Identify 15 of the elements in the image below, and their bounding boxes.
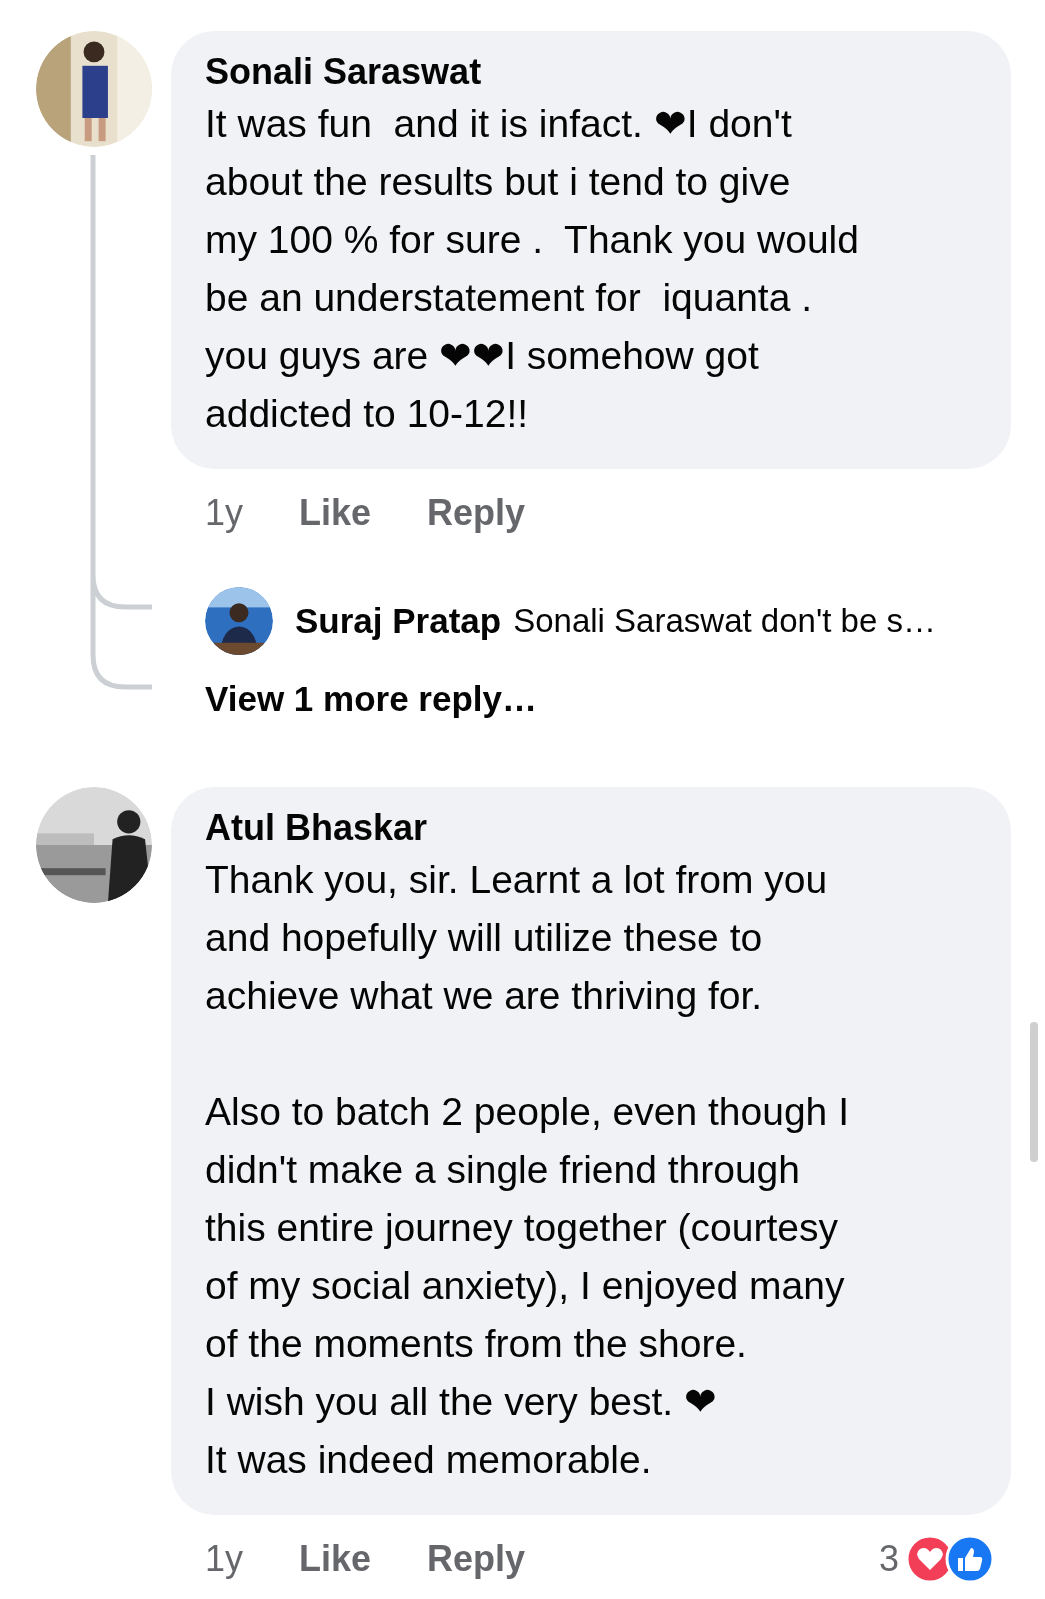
author-name[interactable]: Sonali Saraswat <box>205 49 977 95</box>
reply-text: Sonali Saraswat don't be s… <box>513 602 936 640</box>
action-link[interactable]: Like <box>299 1538 372 1580</box>
reaction-count: 3 <box>878 1538 899 1580</box>
author-name[interactable]: Atul Bhaskar <box>205 805 977 851</box>
comment-text: Thank you, sir. Learnt a lot from you and hopefully will utilize these to achieve what we are thriving for. Also to batch 2 people, even though I didn't make a single friend through this entire journey together (courtesy of my social anxiety), I enjoyed many of the moments from the shore. I wish you all the very best. ❤ It was indeed memorable. <box>205 857 850 1483</box>
action-link[interactable]: Reply <box>427 1538 526 1580</box>
view-more-replies-link[interactable]: View 1 more reply… <box>171 655 1011 719</box>
action-link[interactable]: Like <box>299 492 372 534</box>
comment-text: It was fun and it is infact. ❤I don't about the results but i tend to give my 100 % for sure . Thank you would be an understatement for iquanta . you guys are ❤❤I somehow got addicted to 10-12!! <box>205 101 860 437</box>
action-link[interactable]: Reply <box>427 492 526 534</box>
scrollbar[interactable] <box>1030 1022 1038 1162</box>
reply-author[interactable]: Suraj Pratap <box>295 601 502 641</box>
timestamp: 1y <box>205 1538 244 1580</box>
timestamp: 1y <box>205 492 244 534</box>
